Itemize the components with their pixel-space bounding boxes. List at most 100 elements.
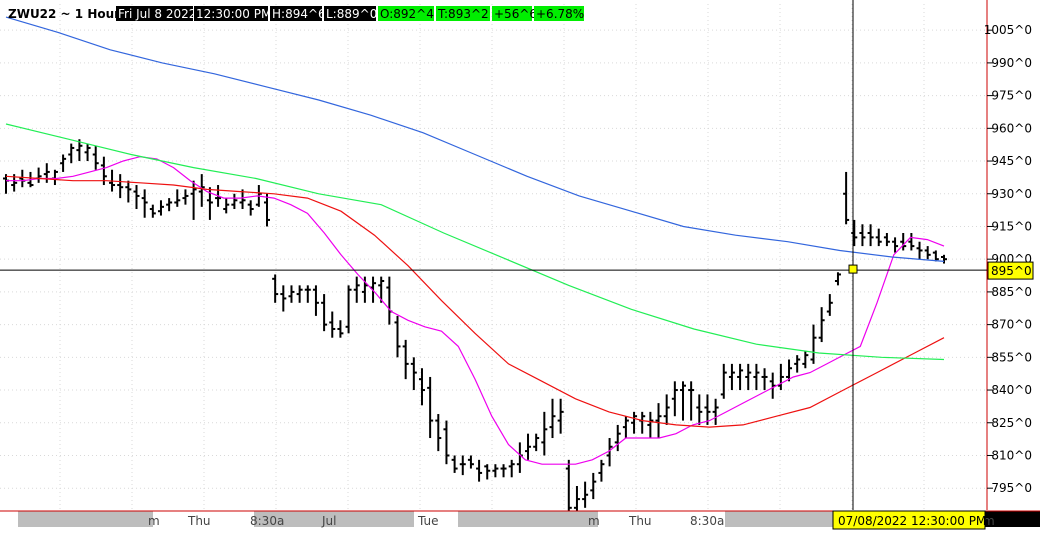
- y-tick-label: 795^0: [991, 481, 1032, 495]
- ohlc-bar: [141, 189, 148, 218]
- ohlc-bar: [688, 381, 695, 421]
- price-chart[interactable]: 795^0810^0825^0840^0855^0870^0885^0900^0…: [0, 0, 1044, 535]
- ohlc-bar: [802, 350, 809, 369]
- time-axis-label: m: [588, 514, 600, 528]
- ohlc-bar: [867, 224, 874, 247]
- crosshair-marker: [848, 264, 858, 274]
- ohlc-bar: [68, 143, 75, 164]
- y-tick-label: 990^0: [991, 56, 1032, 70]
- ohlc-bar: [883, 233, 890, 247]
- ohlc-bar: [492, 464, 499, 478]
- time-axis-session-band: [725, 511, 835, 527]
- ohlc-bar: [304, 285, 311, 303]
- ohlc-bar: [655, 403, 662, 439]
- ohlc-bar: [182, 189, 189, 205]
- ohlc-bar: [459, 455, 466, 476]
- ohlc-bar: [288, 285, 295, 303]
- ohlc-bar: [549, 398, 556, 439]
- y-tick-label: 915^0: [991, 219, 1032, 233]
- ohlc-bar: [516, 442, 523, 473]
- header-change-pct: +6.78%: [536, 7, 584, 21]
- y-tick-label: 960^0: [991, 121, 1032, 135]
- ohlc-bar: [745, 363, 752, 391]
- ohlc-bar: [924, 246, 931, 260]
- ohlc-bar: [761, 368, 768, 391]
- ohlc-bar: [321, 294, 328, 332]
- ohlc-bar: [361, 276, 368, 303]
- ohlc-bar: [859, 224, 866, 247]
- ohlc-bar: [508, 459, 515, 478]
- ohlc-bar: [843, 171, 850, 225]
- ohlc-bar: [753, 363, 760, 391]
- header-close: T:893^2: [437, 7, 489, 21]
- ohlc-bar: [451, 455, 458, 473]
- header-low: L:889^0: [326, 7, 377, 21]
- ohlc-bar: [296, 285, 303, 303]
- ohlc-bar: [231, 193, 238, 210]
- ohlc-bar: [35, 167, 42, 183]
- ohlc-bar: [166, 198, 173, 212]
- time-axis-session-band: [18, 511, 153, 527]
- time-axis-label: Jul: [321, 514, 336, 528]
- header-change: +56^6: [494, 7, 537, 21]
- ohlc-bar: [932, 250, 939, 262]
- ohlc-bar: [590, 472, 597, 500]
- ohlc-bar: [500, 464, 507, 478]
- ohlc-bar: [198, 174, 205, 207]
- ma-slow-line: [5, 123, 945, 361]
- ohlc-bar: [427, 376, 434, 439]
- ohlc-bar: [133, 185, 140, 210]
- ohlc-bar: [280, 285, 287, 312]
- ohlc-bar: [3, 174, 9, 194]
- ohlc-bar: [777, 363, 784, 391]
- time-axis-label: m: [148, 514, 160, 528]
- ohlc-bar: [223, 198, 230, 214]
- ohlc-bar: [337, 320, 344, 338]
- grid: [0, 4, 987, 510]
- time-axis-label: Thu: [628, 514, 652, 528]
- ohlc-bar: [264, 193, 271, 227]
- ma-mid-line: [5, 175, 945, 428]
- ohlc-bar: [51, 169, 58, 186]
- y-tick-label: 1005^0: [984, 23, 1032, 37]
- ohlc-bar: [810, 324, 817, 364]
- ohlc-bar: [769, 372, 776, 399]
- ohlc-bar: [84, 143, 91, 162]
- header-high: H:894^6: [272, 7, 326, 21]
- ma-long-line: [5, 16, 945, 262]
- ohlc-bar: [418, 368, 425, 406]
- ohlc-bar: [916, 241, 923, 260]
- price-axis: 795^0810^0825^0840^0855^0870^0885^0900^0…: [984, 0, 1032, 510]
- ohlc-bar: [941, 254, 947, 264]
- ohlc-bar: [541, 411, 548, 456]
- ohlc-bar: [598, 459, 605, 482]
- ohlc-bar: [410, 357, 417, 391]
- ohlc-bar: [647, 411, 654, 439]
- time-axis-label: 8:30a: [690, 514, 724, 528]
- time-axis-label: 8:30a: [250, 514, 284, 528]
- ohlc-bar: [190, 180, 197, 220]
- ohlc-bar: [19, 169, 26, 188]
- ohlc-bar: [345, 285, 352, 334]
- ohlc-bar: [728, 363, 735, 391]
- ohlc-bar: [908, 233, 915, 251]
- ohlc-bar: [443, 420, 450, 465]
- crosshair: 895^0 07/08/2022 12:30:00 PM: [0, 0, 1034, 530]
- crosshair-price-label: 895^0: [991, 264, 1032, 278]
- ohlc-bar: [484, 464, 491, 480]
- y-tick-label: 945^0: [991, 154, 1032, 168]
- ohlc-bar: [525, 433, 532, 460]
- symbol-title: ZWU22 ~ 1 Hour: [8, 7, 120, 21]
- ohlc-bar: [720, 363, 727, 399]
- ohlc-bar: [794, 355, 801, 373]
- ohlc-bar: [614, 424, 621, 452]
- ohlc-bar: [402, 339, 409, 380]
- ohlc-bar: [818, 307, 825, 343]
- ohlc-bar: [435, 414, 442, 452]
- y-tick-label: 810^0: [991, 448, 1032, 462]
- moving-averages: [5, 16, 945, 465]
- time-axis-label: Tue: [417, 514, 439, 528]
- ohlc-bar: [737, 363, 744, 391]
- ohlc-bar: [272, 274, 279, 303]
- y-tick-label: 825^0: [991, 416, 1032, 430]
